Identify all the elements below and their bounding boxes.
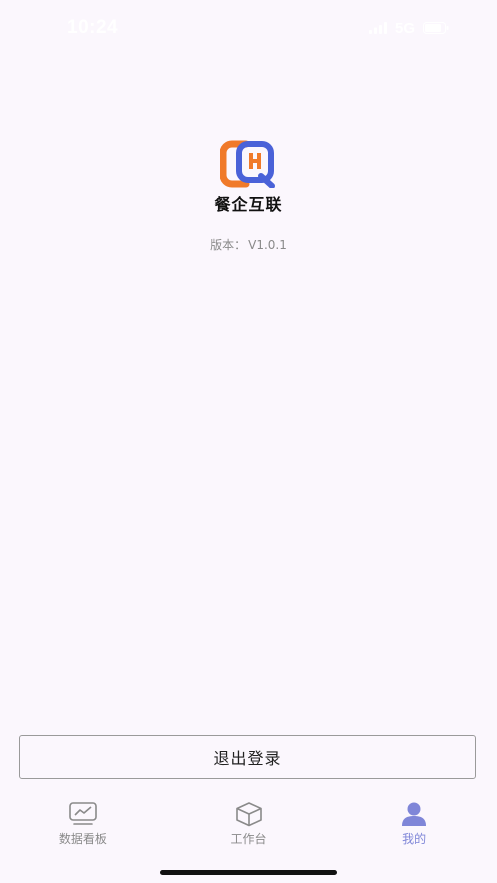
tab-mine[interactable]: 我的 [331, 795, 497, 855]
status-time: 10:24 [67, 17, 119, 38]
chart-board-icon [69, 802, 97, 825]
app-name: 餐企互联 [214, 195, 283, 214]
tab-label: 数据看板 [58, 832, 107, 846]
tab-label: 工作台 [230, 832, 267, 846]
tab-workbench[interactable]: 工作台 [166, 795, 332, 855]
version-label: 版本： [210, 238, 247, 252]
app-logo-icon [219, 140, 275, 188]
signal-icon [368, 19, 387, 38]
tab-data-board[interactable]: 数据看板 [0, 795, 166, 855]
box-icon [235, 802, 262, 827]
version-number: V1.0.1 [248, 238, 287, 252]
status-indicators: 5G [368, 19, 449, 38]
tab-bar: 数据看板 工作台 我的 [0, 795, 497, 855]
status-bar: 10:24 5G [0, 0, 497, 50]
app-logo-block: 餐企互联 [0, 140, 497, 215]
tab-label: 我的 [402, 832, 427, 846]
network-type: 5G [394, 20, 415, 37]
home-indicator[interactable] [160, 870, 337, 875]
battery-icon [423, 19, 449, 38]
version-info: 版本： V1.0.1 [0, 236, 497, 253]
user-icon [402, 802, 427, 826]
logout-button[interactable]: 退出登录 [19, 735, 476, 779]
